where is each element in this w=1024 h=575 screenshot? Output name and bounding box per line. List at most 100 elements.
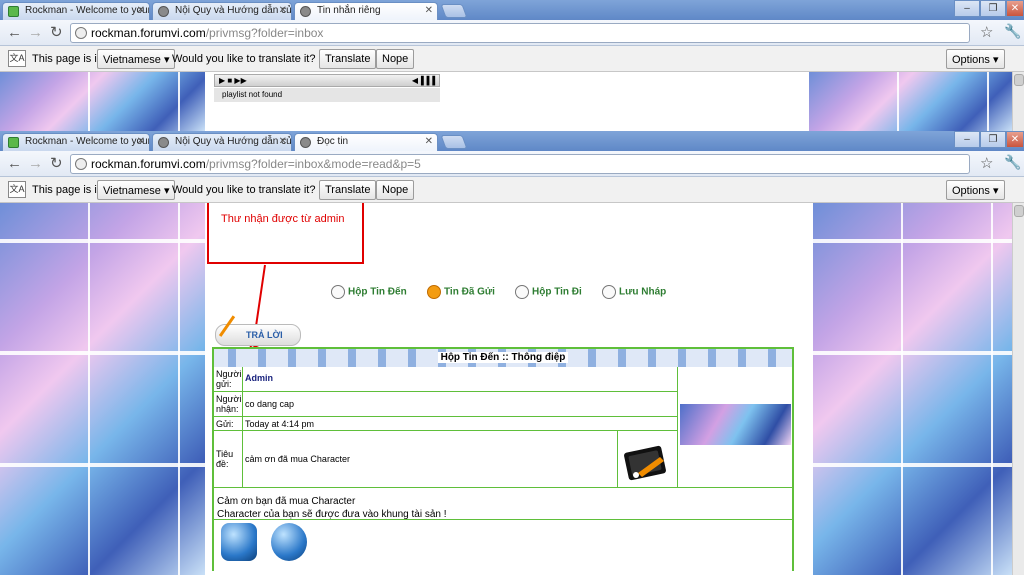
background-right (809, 72, 1012, 131)
address-bar[interactable]: rockman.forumvi.com/privmsg?folder=inbox… (70, 154, 970, 174)
body-line-1: Cảm ơn bạn đã mua Character (217, 496, 356, 507)
browser-window-back: Rockman - Welcome to your f ✕ Nội Quy và… (0, 0, 1024, 131)
translate-bar: 文A This page is in Vietnamese ▾ Would yo… (0, 177, 1024, 203)
close-icon[interactable]: ✕ (425, 136, 433, 147)
nav-inbox-label[interactable]: Hộp Tin Đến (348, 287, 407, 298)
globe-icon (75, 158, 87, 170)
forward-icon[interactable]: → (28, 23, 43, 43)
player-controls[interactable]: ▶ ■ ▶▶ ◀▐▐▐ (214, 74, 440, 87)
translate-prefix: This page is in (32, 53, 103, 65)
arrow-right-icon (427, 285, 441, 299)
forum-icon (158, 137, 169, 148)
nav-outbox[interactable]: Hộp Tin Đi (515, 285, 582, 299)
translate-icon: 文A (8, 50, 26, 67)
tab-label: Rockman - Welcome to your f (25, 136, 150, 147)
nav-sent[interactable]: Tin Đã Gửi (427, 285, 495, 299)
message-body: Cảm ơn bạn đã mua Character Character củ… (217, 495, 447, 521)
tab-rockman[interactable]: Rockman - Welcome to your f ✕ (2, 133, 150, 151)
url-host: rockman.forumvi.com (91, 157, 206, 171)
forum-icon (300, 137, 311, 148)
reload-icon[interactable]: ↻ (50, 23, 63, 43)
scrollbar[interactable] (1012, 203, 1024, 575)
close-icon[interactable]: ✕ (279, 136, 287, 147)
forward-icon[interactable]: → (28, 154, 43, 174)
volume-icon[interactable]: ◀▐▐▐ (412, 75, 435, 86)
avatar[interactable] (680, 404, 791, 445)
close-icon[interactable]: ✕ (137, 5, 145, 16)
music-player: ▶ ■ ▶▶ ◀▐▐▐ playlist not found (214, 72, 440, 130)
row-subject: Tiêu đề: cảm ơn đã mua Character (214, 430, 677, 487)
chat-icon (8, 6, 19, 17)
reply-label: TRẢ LỜI (246, 330, 283, 340)
nav-drafts-label[interactable]: Lưu Nháp (619, 287, 666, 298)
from-value[interactable]: Admin (243, 367, 677, 391)
address-bar[interactable]: rockman.forumvi.com/privmsg?folder=inbox (70, 23, 970, 43)
tab-doc-tin[interactable]: Đọc tin ✕ (294, 133, 438, 152)
profile-icon[interactable] (221, 523, 257, 561)
tab-rockman[interactable]: Rockman - Welcome to your f ✕ (2, 2, 150, 20)
close-icon[interactable]: ✕ (279, 5, 287, 16)
wrench-icon[interactable]: 🔧 (1004, 23, 1021, 40)
options-button[interactable]: Options ▾ (946, 180, 1005, 200)
outbox-icon (515, 285, 529, 299)
tab-label: Nội Quy và Hướng dẫn của Fo (175, 136, 292, 147)
close-window-button[interactable]: ✕ (1006, 131, 1024, 148)
back-icon[interactable]: ← (7, 23, 22, 43)
close-window-button[interactable]: ✕ (1006, 0, 1024, 17)
language-select[interactable]: Vietnamese ▾ (97, 180, 176, 200)
row-sent: Gửi: Today at 4:14 pm (214, 416, 677, 430)
minimize-button[interactable]: – (954, 0, 980, 17)
back-icon[interactable]: ← (7, 154, 22, 174)
nope-button[interactable]: Nope (376, 180, 415, 200)
row-from: Người gửi: Admin (214, 367, 677, 391)
close-icon[interactable]: ✕ (425, 5, 433, 16)
options-button[interactable]: Options ▾ (946, 49, 1005, 69)
nope-button[interactable]: Nope (376, 49, 415, 69)
background-left (0, 72, 205, 131)
page-viewport: Thư nhận được từ admin Hộp Tin Đến Tin Đ… (0, 203, 1024, 575)
inbox-icon (331, 285, 345, 299)
language-select[interactable]: Vietnamese ▾ (97, 49, 176, 69)
tab-strip: Rockman - Welcome to your f ✕ Nội Quy và… (0, 131, 1024, 152)
reload-icon[interactable]: ↻ (50, 154, 63, 174)
translate-button[interactable]: Translate (319, 180, 377, 200)
tab-label: Rockman - Welcome to your f (25, 5, 150, 16)
url-path: /privmsg?folder=inbox&mode=read&p=5 (205, 157, 421, 171)
background-right (813, 203, 1012, 575)
forum-icon (158, 6, 169, 17)
nav-drafts[interactable]: Lưu Nháp (602, 285, 666, 299)
url-path: /privmsg?folder=inbox (205, 26, 324, 40)
scrollbar[interactable] (1012, 72, 1024, 131)
nav-sent-label[interactable]: Tin Đã Gửi (444, 287, 495, 298)
to-label: Người nhận: (216, 392, 243, 416)
nav-inbox[interactable]: Hộp Tin Đến (331, 285, 407, 299)
tab-label: Đọc tin (317, 136, 349, 147)
translate-question: Would you like to translate it? (172, 53, 316, 65)
tab-noi-quy[interactable]: Nội Quy và Hướng dẫn của Fo ✕ (152, 133, 292, 151)
tab-label: Tin nhắn riêng (317, 5, 381, 16)
translate-prefix: This page is in (32, 184, 103, 196)
bookmark-star-icon[interactable]: ☆ (980, 23, 993, 41)
restore-button[interactable]: ❐ (980, 0, 1006, 17)
website-globe-icon[interactable] (271, 523, 307, 561)
nav-outbox-label[interactable]: Hộp Tin Đi (532, 287, 582, 298)
restore-button[interactable]: ❐ (980, 131, 1006, 148)
nav-bar: ← → ↻ rockman.forumvi.com/privmsg?folder… (0, 20, 1024, 46)
reply-button[interactable]: TRẢ LỜI (215, 315, 301, 347)
browser-window-front: Rockman - Welcome to your f ✕ Nội Quy và… (0, 131, 1024, 575)
drafts-icon (602, 285, 616, 299)
tab-noi-quy[interactable]: Nội Quy và Hướng dẫn của Fo ✕ (152, 2, 292, 20)
tab-tin-nhan-rieng[interactable]: Tin nhắn riêng ✕ (294, 2, 438, 21)
wrench-icon[interactable]: 🔧 (1004, 154, 1021, 171)
tab-strip: Rockman - Welcome to your f ✕ Nội Quy và… (0, 0, 1024, 21)
bookmark-star-icon[interactable]: ☆ (980, 154, 993, 172)
translate-button[interactable]: Translate (319, 49, 377, 69)
minimize-button[interactable]: – (954, 131, 980, 148)
new-tab-button[interactable] (440, 135, 468, 149)
row-divider (214, 487, 792, 488)
sent-value: Today at 4:14 pm (245, 419, 315, 429)
player-buttons[interactable]: ▶ ■ ▶▶ (219, 76, 247, 85)
close-icon[interactable]: ✕ (137, 136, 145, 147)
new-tab-button[interactable] (440, 4, 468, 18)
url-host: rockman.forumvi.com (91, 26, 206, 40)
